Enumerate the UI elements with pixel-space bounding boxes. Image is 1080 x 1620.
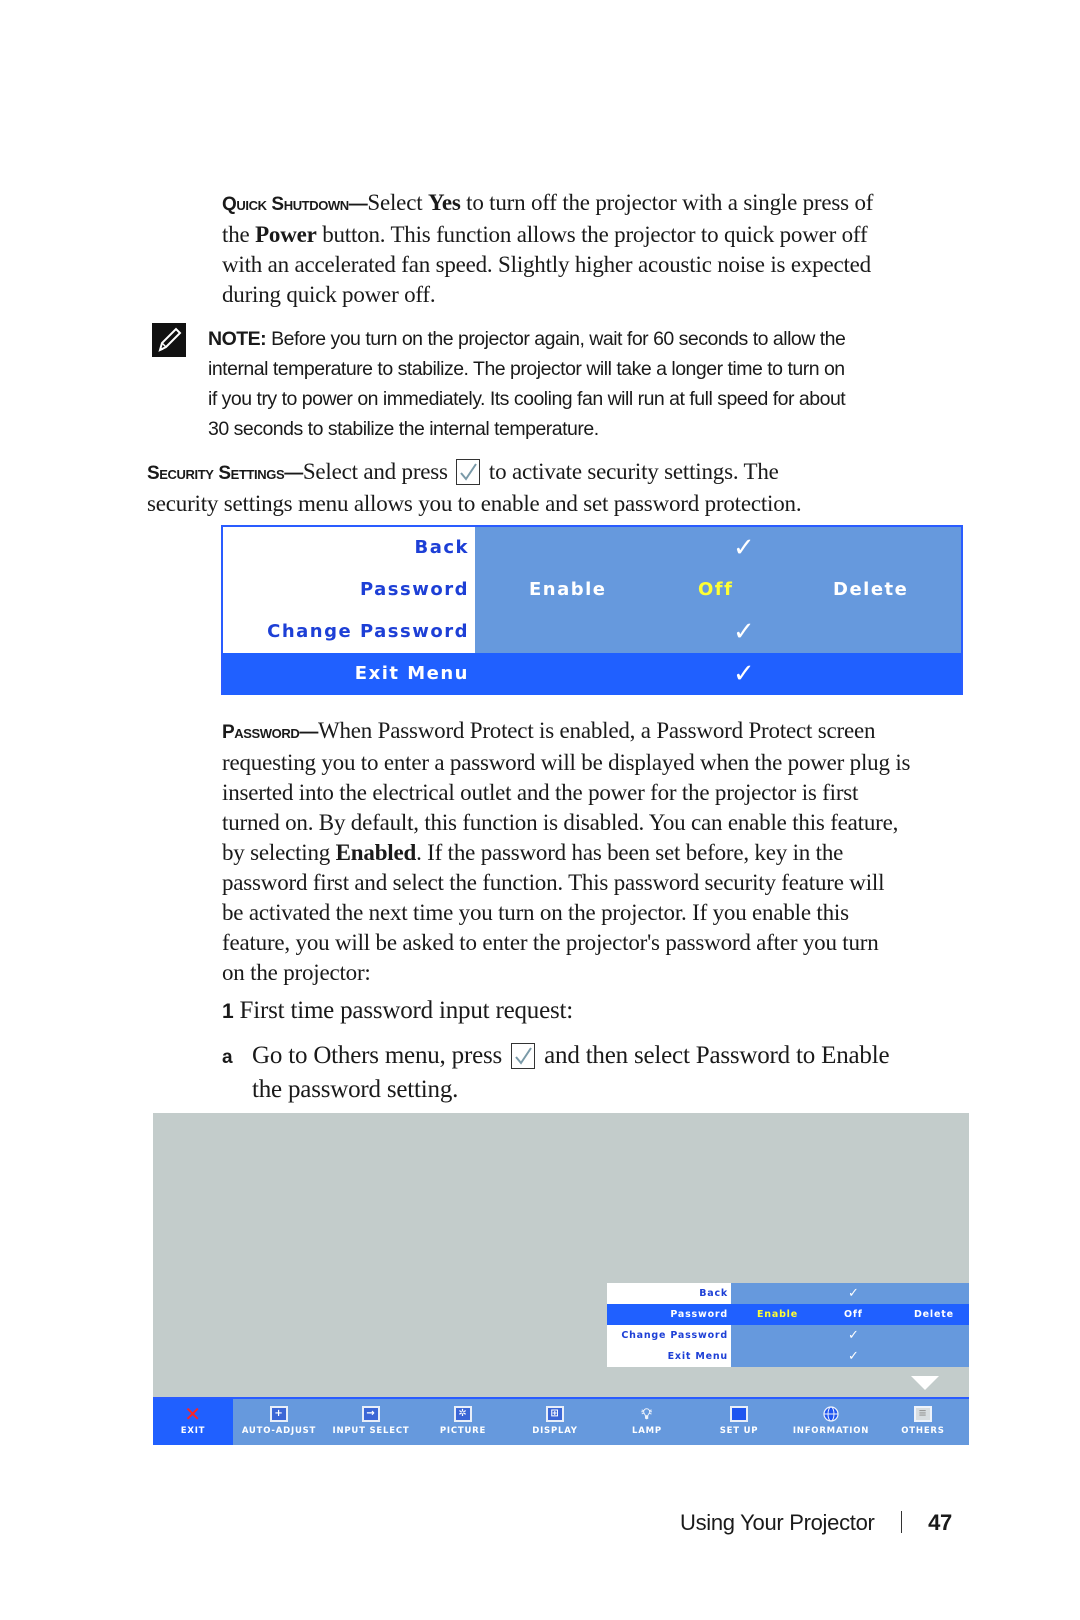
security-settings-heading: Security Settings— [147,463,303,484]
setup-icon [730,1406,748,1422]
menu-information[interactable]: INFORMATION [785,1399,877,1445]
checkmark-icon: ✓ [733,533,757,563]
input-select-icon: → [362,1406,380,1422]
note-label: NOTE: [208,328,267,350]
step-1: 1 First time password input request: [222,997,573,1024]
option-enable[interactable]: Enable [757,1304,798,1325]
password-paragraph: Password—When Password Protect is enable… [222,718,911,985]
osd-row-exit-menu[interactable]: Exit Menu ✓ [223,653,961,695]
page-footer: Using Your Projector 47 [680,1510,952,1536]
display-icon: ⊞ [546,1406,564,1422]
menu-input-select[interactable]: → INPUT SELECT [325,1399,417,1445]
menu-auto-adjust[interactable]: + AUTO-ADJUST [233,1399,325,1445]
auto-adjust-icon: + [270,1406,288,1422]
option-delete[interactable]: Delete [833,569,908,611]
osd-row-password[interactable]: Password Enable Off Delete [223,569,961,611]
option-delete[interactable]: Delete [914,1304,954,1325]
menu-exit[interactable]: ✕ EXIT [153,1399,233,1445]
password-heading: Password— [222,722,318,743]
osd-row-change-password[interactable]: Change Password ✓ [607,1325,969,1346]
option-enable[interactable]: Enable [529,569,607,611]
security-settings-paragraph: Security Settings—Select and press to ac… [147,459,802,516]
osd-row-label: Change Password [223,611,475,653]
note-block: NOTE: Before you turn on the projector a… [208,328,846,440]
menu-picture[interactable]: ✲ PICTURE [417,1399,509,1445]
menu-display[interactable]: ⊞ DISPLAY [509,1399,601,1445]
others-icon: ≡ [914,1406,932,1422]
menu-lamp[interactable]: 💡︎ LAMP [601,1399,693,1445]
footer-section-title: Using Your Projector [680,1510,875,1535]
exit-x-icon: ✕ [184,1402,202,1426]
osd-row-back[interactable]: Back ✓ [223,527,961,569]
scroll-down-arrow-icon[interactable] [911,1376,939,1390]
osd-row-label: Exit Menu [223,653,475,695]
projector-screen-illustration: Back ✓ Password Enable Off Delete Change… [153,1113,969,1445]
checkmark-button-icon [456,459,481,485]
checkmark-icon: ✓ [848,1286,860,1301]
checkmark-icon: ✓ [848,1349,860,1364]
menu-setup[interactable]: SET UP [693,1399,785,1445]
picture-icon: ✲ [454,1406,472,1422]
page-number: 47 [928,1510,952,1535]
step-a: a Go to Others menu, press and then selec… [222,1042,890,1103]
step-number: 1 [222,1000,234,1023]
checkmark-icon: ✓ [733,617,757,647]
security-settings-osd-menu-small: Back ✓ Password Enable Off Delete Change… [607,1283,969,1367]
menu-others[interactable]: ≡ OTHERS [877,1399,969,1445]
osd-row-label: Back [223,527,475,569]
option-off[interactable]: Off [698,569,733,611]
osd-main-menu-bar: ✕ EXIT + AUTO-ADJUST → INPUT SELECT ✲ PI… [153,1397,969,1445]
checkmark-icon: ✓ [848,1328,860,1343]
footer-divider [900,1511,903,1533]
lamp-icon: 💡︎ [641,1405,653,1423]
quick-shutdown-heading: Quick Shutdown— [222,194,368,215]
security-settings-osd-menu: Back ✓ Password Enable Off Delete Change… [221,525,963,695]
step-letter: a [222,1047,233,1068]
quick-shutdown-paragraph: Quick Shutdown—Select Yes to turn off th… [222,190,874,307]
option-off[interactable]: Off [844,1304,863,1325]
osd-row-change-password[interactable]: Change Password ✓ [223,611,961,653]
checkmark-button-icon [511,1043,536,1069]
osd-row-exit-menu[interactable]: Exit Menu ✓ [607,1346,969,1367]
osd-row-label: Password [223,569,475,611]
osd-row-back[interactable]: Back ✓ [607,1283,969,1304]
osd-row-password[interactable]: Password Enable Off Delete [607,1304,969,1325]
checkmark-icon: ✓ [733,659,757,689]
note-pencil-icon [152,323,186,357]
information-globe-icon [822,1406,840,1422]
